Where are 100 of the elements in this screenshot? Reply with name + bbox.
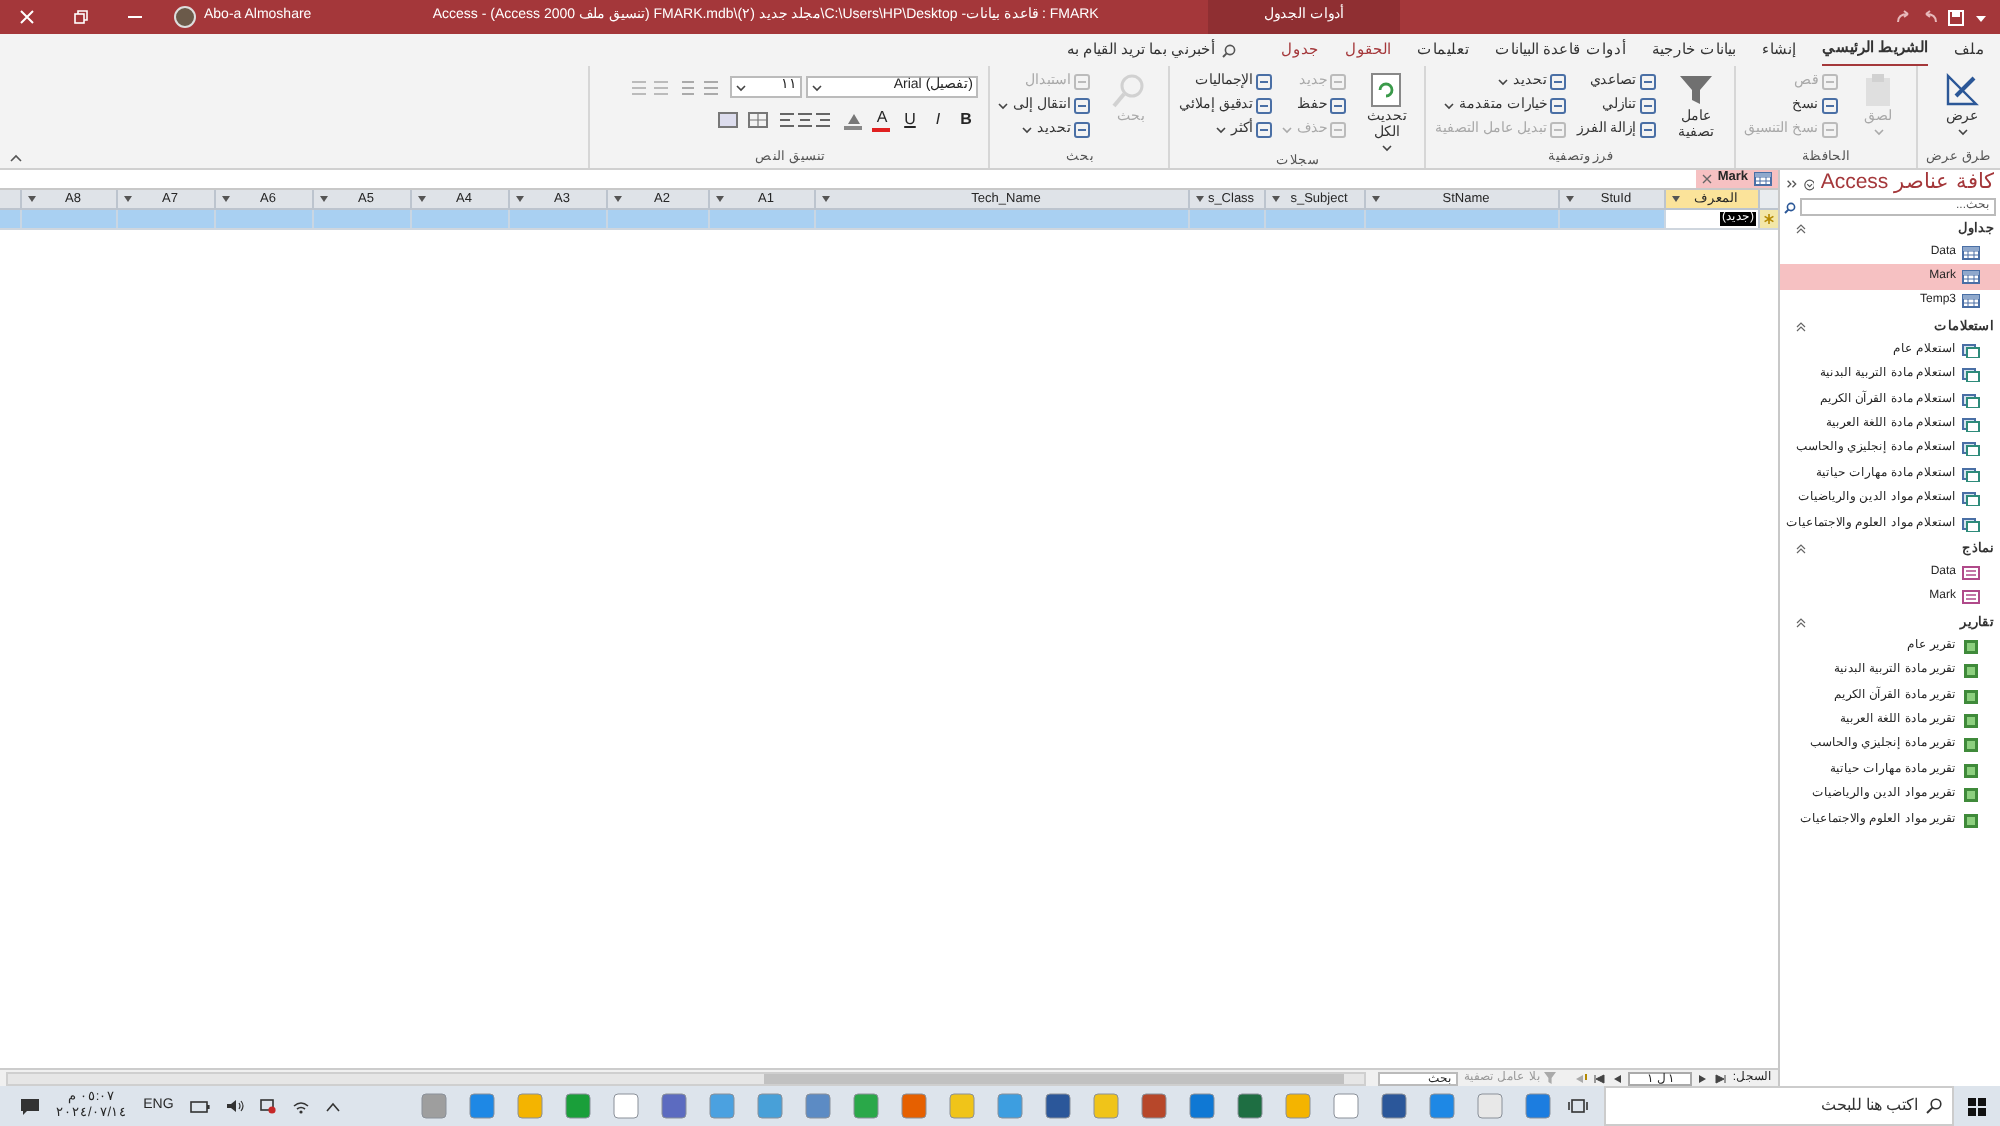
- font-color-button[interactable]: A: [872, 108, 891, 132]
- collapse-chevron-icon[interactable]: [1796, 544, 1806, 555]
- caret-icon: [1873, 128, 1884, 136]
- app-icon[interactable]: [564, 1092, 592, 1120]
- chevron-up-icon[interactable]: [325, 1101, 340, 1111]
- dropdown-arrow-icon[interactable]: [320, 196, 328, 202]
- tool-icon: [1256, 73, 1273, 89]
- app-icon[interactable]: [1524, 1092, 1552, 1120]
- query-icon: [1962, 492, 1980, 507]
- query-icon: [1962, 343, 1980, 358]
- new-record-nav-icon[interactable]: [1574, 1073, 1589, 1083]
- tool-icon: [1256, 97, 1273, 113]
- app-icon[interactable]: [900, 1092, 928, 1120]
- record-selector[interactable]: [1758, 210, 1778, 228]
- gridlines-icon: [748, 112, 769, 128]
- query-icon: [1962, 517, 1980, 532]
- magnifier-icon: [1112, 72, 1149, 108]
- table-icon: [1962, 245, 1980, 260]
- dropdown-arrow-icon[interactable]: [124, 196, 132, 202]
- windows-logo-icon[interactable]: [1968, 1097, 1986, 1115]
- dropdown-circle-icon[interactable]: [1803, 177, 1815, 191]
- dropdown-arrow-icon[interactable]: [1372, 196, 1380, 202]
- dropdown-arrow-icon[interactable]: [516, 196, 524, 202]
- nav-pane-title: كافة عناصر Access: [1820, 168, 1994, 199]
- app-icon[interactable]: [1380, 1092, 1408, 1120]
- search-icon: [1221, 43, 1236, 57]
- volume-icon[interactable]: [225, 1098, 244, 1114]
- query-icon: [1962, 442, 1980, 457]
- dropdown-arrow-icon[interactable]: [614, 196, 622, 202]
- tool-icon: [1550, 97, 1567, 113]
- new-record-icon: [1764, 214, 1774, 224]
- list-icon: [680, 79, 721, 95]
- tool-icon: [1074, 121, 1091, 137]
- bold-button[interactable]: B: [956, 110, 975, 130]
- dropdown-arrow-icon[interactable]: [222, 196, 230, 202]
- taskbar-search-box[interactable]: اكتب هنا للبحث: [1604, 1086, 1954, 1126]
- underline-button[interactable]: U: [900, 110, 919, 130]
- app-icon[interactable]: [804, 1092, 832, 1120]
- tool-icon: [1640, 97, 1657, 113]
- collapse-pane-icon[interactable]: [1786, 178, 1798, 190]
- app-icon[interactable]: [660, 1092, 688, 1120]
- form-icon: [1962, 590, 1980, 605]
- italic-button[interactable]: I: [928, 110, 947, 130]
- tool-icon: [1074, 73, 1091, 89]
- app-icon[interactable]: [1188, 1092, 1216, 1120]
- battery-icon[interactable]: [189, 1099, 210, 1113]
- app-icon[interactable]: [1044, 1092, 1072, 1120]
- tool-icon: [1640, 121, 1657, 137]
- collapse-ribbon-icon[interactable]: [10, 154, 22, 162]
- dropdown-arrow-icon[interactable]: [1566, 196, 1574, 202]
- dropdown-arrow-icon[interactable]: [822, 196, 830, 202]
- dropdown-arrow-icon[interactable]: [418, 196, 426, 202]
- dropdown-arrow-icon[interactable]: [716, 196, 724, 202]
- minimize-icon[interactable]: [128, 10, 142, 24]
- last-record-icon[interactable]: [1594, 1073, 1607, 1083]
- customize-menu-icon[interactable]: [1974, 11, 1988, 23]
- network-blocked-icon[interactable]: [259, 1098, 276, 1114]
- notification-icon[interactable]: [20, 1097, 40, 1115]
- redo-icon[interactable]: [1896, 10, 1912, 24]
- close-icon[interactable]: [1701, 173, 1712, 183]
- dropdown-arrow-icon[interactable]: [1672, 196, 1680, 202]
- caret-icon: [1381, 144, 1392, 152]
- undo-icon[interactable]: [1922, 10, 1938, 24]
- query-icon: [1962, 418, 1980, 433]
- avatar: [174, 6, 196, 28]
- caret-icon: [1957, 128, 1967, 136]
- query-icon: [1962, 467, 1980, 482]
- task-view-icon[interactable]: [1568, 1098, 1588, 1114]
- dropdown-arrow-icon[interactable]: [28, 196, 36, 202]
- first-record-icon[interactable]: [1714, 1073, 1727, 1083]
- caret-icon: [1282, 125, 1293, 133]
- form-icon: [1962, 565, 1980, 580]
- app-icon[interactable]: [1140, 1092, 1168, 1120]
- app-icon[interactable]: [1236, 1092, 1264, 1120]
- save-icon[interactable]: [1948, 9, 1964, 25]
- tool-icon: [1330, 121, 1347, 137]
- tool-icon: [1256, 121, 1273, 137]
- table-icon: [1962, 270, 1980, 285]
- caret-icon: [1498, 77, 1509, 85]
- tool-icon: [1550, 73, 1567, 89]
- app-icon[interactable]: [852, 1092, 880, 1120]
- horizontal-scrollbar[interactable]: [6, 1071, 1366, 1085]
- restore-icon[interactable]: [74, 10, 88, 24]
- tool-icon: [1822, 121, 1839, 137]
- collapse-chevron-icon[interactable]: [1796, 322, 1806, 333]
- query-icon: [1962, 393, 1980, 408]
- app-icon[interactable]: [468, 1092, 496, 1120]
- collapse-chevron-icon[interactable]: [1796, 618, 1806, 629]
- dropdown-arrow-icon[interactable]: [1272, 196, 1280, 202]
- app-icon[interactable]: [1428, 1092, 1456, 1120]
- search-icon: [1784, 201, 1796, 213]
- highlight-icon: [844, 111, 863, 129]
- ruler-pencil-icon: [1944, 72, 1980, 108]
- tool-icon: [1640, 73, 1657, 89]
- dropdown-arrow-icon[interactable]: [1196, 196, 1204, 202]
- caret-icon: [1444, 101, 1455, 109]
- tool-icon: [1822, 73, 1839, 89]
- collapse-chevron-icon[interactable]: [1796, 224, 1806, 234]
- wifi-icon[interactable]: [291, 1099, 310, 1113]
- tool-icon: [1074, 97, 1091, 113]
